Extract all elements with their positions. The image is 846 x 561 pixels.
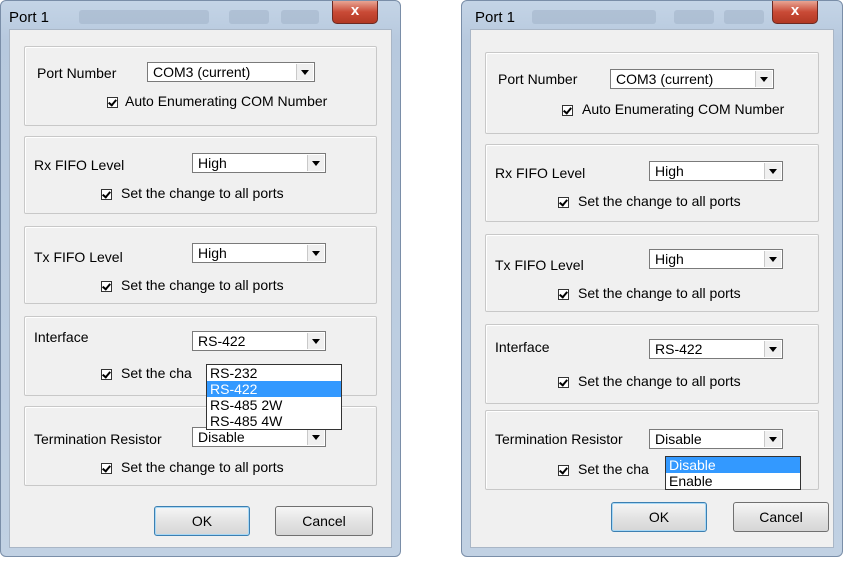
termination-value: Disable xyxy=(198,429,245,445)
title-bar-background-tab xyxy=(724,10,764,24)
termination-combo[interactable]: Disable xyxy=(649,429,783,449)
chevron-down-icon[interactable] xyxy=(307,429,324,445)
interface-option[interactable]: RS-485 4W xyxy=(207,413,341,429)
termination-apply-all-checkbox[interactable] xyxy=(558,465,569,476)
termination-label: Termination Resistor xyxy=(495,431,623,447)
rx-apply-all-label: Set the change to all ports xyxy=(121,185,284,201)
termination-combo[interactable]: Disable xyxy=(192,427,326,447)
interface-option[interactable]: RS-232 xyxy=(207,365,341,381)
port-number-value: COM3 (current) xyxy=(153,64,251,80)
termination-dropdown-list: Disable Enable xyxy=(665,456,801,490)
chevron-down-icon[interactable] xyxy=(307,155,324,171)
cancel-button[interactable]: Cancel xyxy=(275,506,373,536)
rx-fifo-value: High xyxy=(198,155,227,171)
port-number-combo[interactable]: COM3 (current) xyxy=(610,69,774,89)
interface-apply-all-checkbox[interactable] xyxy=(101,369,112,380)
interface-dropdown-list: RS-232 RS-422 RS-485 2W RS-485 4W xyxy=(206,364,342,430)
interface-apply-all-checkbox[interactable] xyxy=(558,377,569,388)
dialog-client-area: Port Number COM3 (current) Auto Enumerat… xyxy=(9,29,392,548)
tx-fifo-label: Tx FIFO Level xyxy=(34,249,123,265)
port-number-label: Port Number xyxy=(498,71,578,87)
port-number-group: Port Number COM3 (current) Auto Enumerat… xyxy=(24,46,377,126)
tx-apply-all-checkbox[interactable] xyxy=(101,281,112,292)
interface-apply-all-label: Set the change to all ports xyxy=(578,373,741,389)
interface-apply-all-label: Set the cha xyxy=(121,365,192,381)
interface-combo[interactable]: RS-422 xyxy=(192,331,326,351)
title-bar-background-tab xyxy=(229,10,269,24)
interface-combo[interactable]: RS-422 xyxy=(649,339,783,359)
dialog-client-area: Port Number COM3 (current) Auto Enumerat… xyxy=(470,29,834,548)
port-number-group: Port Number COM3 (current) Auto Enumerat… xyxy=(485,52,819,134)
tx-fifo-combo[interactable]: High xyxy=(649,249,783,269)
interface-option-selected[interactable]: RS-422 xyxy=(207,381,341,397)
chevron-down-icon[interactable] xyxy=(764,251,781,267)
ok-button[interactable]: OK xyxy=(154,506,250,536)
chevron-down-icon[interactable] xyxy=(764,431,781,447)
chevron-down-icon[interactable] xyxy=(307,245,324,261)
auto-enumerate-checkbox[interactable] xyxy=(107,97,118,108)
tx-fifo-group: Tx FIFO Level High Set the change to all… xyxy=(485,234,819,312)
port-number-label: Port Number xyxy=(37,65,117,81)
termination-option[interactable]: Enable xyxy=(666,473,800,489)
port-settings-dialog-right: Port 1 x Port Number COM3 (current) Auto… xyxy=(461,0,843,557)
interface-label: Interface xyxy=(34,329,89,345)
interface-value: RS-422 xyxy=(198,333,246,349)
interface-group: Interface RS-422 Set the change to all p… xyxy=(485,324,819,404)
termination-option-selected[interactable]: Disable xyxy=(666,457,800,473)
rx-fifo-label: Rx FIFO Level xyxy=(495,165,586,181)
port-number-combo[interactable]: COM3 (current) xyxy=(147,62,315,82)
close-icon: x xyxy=(350,2,360,19)
tx-fifo-value: High xyxy=(655,251,684,267)
termination-apply-all-label: Set the change to all ports xyxy=(121,459,284,475)
interface-option[interactable]: RS-485 2W xyxy=(207,397,341,413)
chevron-down-icon[interactable] xyxy=(764,163,781,179)
termination-value: Disable xyxy=(655,431,702,447)
title-bar-background-tab xyxy=(532,10,656,24)
chevron-down-icon[interactable] xyxy=(296,64,313,80)
termination-apply-all-checkbox[interactable] xyxy=(101,463,112,474)
close-button[interactable]: x xyxy=(332,1,378,24)
rx-fifo-label: Rx FIFO Level xyxy=(34,157,125,173)
interface-value: RS-422 xyxy=(655,341,703,357)
tx-fifo-combo[interactable]: High xyxy=(192,243,326,263)
auto-enumerate-label: Auto Enumerating COM Number xyxy=(125,93,328,109)
chevron-down-icon[interactable] xyxy=(764,341,781,357)
tx-apply-all-checkbox[interactable] xyxy=(558,289,569,300)
dialog-title: Port 1 xyxy=(475,9,516,26)
title-bar-background-tab xyxy=(281,10,319,24)
termination-label: Termination Resistor xyxy=(34,431,162,447)
interface-label: Interface xyxy=(495,339,550,355)
tx-fifo-label: Tx FIFO Level xyxy=(495,257,584,273)
title-bar-background-tab xyxy=(79,10,209,24)
dialog-title: Port 1 xyxy=(9,9,50,26)
rx-apply-all-label: Set the change to all ports xyxy=(578,193,741,209)
tx-fifo-value: High xyxy=(198,245,227,261)
auto-enumerate-checkbox[interactable] xyxy=(562,105,573,116)
rx-fifo-group: Rx FIFO Level High Set the change to all… xyxy=(485,144,819,222)
tx-apply-all-label: Set the change to all ports xyxy=(121,277,284,293)
chevron-down-icon[interactable] xyxy=(755,71,772,87)
title-bar-background-tab xyxy=(674,10,714,24)
tx-apply-all-label: Set the change to all ports xyxy=(578,285,741,301)
rx-apply-all-checkbox[interactable] xyxy=(101,189,112,200)
rx-fifo-group: Rx FIFO Level High Set the change to all… xyxy=(24,136,377,214)
rx-fifo-combo[interactable]: High xyxy=(192,153,326,173)
chevron-down-icon[interactable] xyxy=(307,333,324,349)
ok-button[interactable]: OK xyxy=(611,502,707,532)
termination-apply-all-label: Set the cha xyxy=(578,461,649,477)
rx-fifo-value: High xyxy=(655,163,684,179)
tx-fifo-group: Tx FIFO Level High Set the change to all… xyxy=(24,226,377,304)
port-number-value: COM3 (current) xyxy=(616,71,714,87)
close-icon: x xyxy=(790,2,800,19)
auto-enumerate-label: Auto Enumerating COM Number xyxy=(582,101,785,117)
close-button[interactable]: x xyxy=(772,1,818,24)
rx-fifo-combo[interactable]: High xyxy=(649,161,783,181)
cancel-button[interactable]: Cancel xyxy=(733,502,829,532)
rx-apply-all-checkbox[interactable] xyxy=(558,197,569,208)
port-settings-dialog-left: Port 1 x Port Number COM3 (current) Auto… xyxy=(0,0,401,557)
